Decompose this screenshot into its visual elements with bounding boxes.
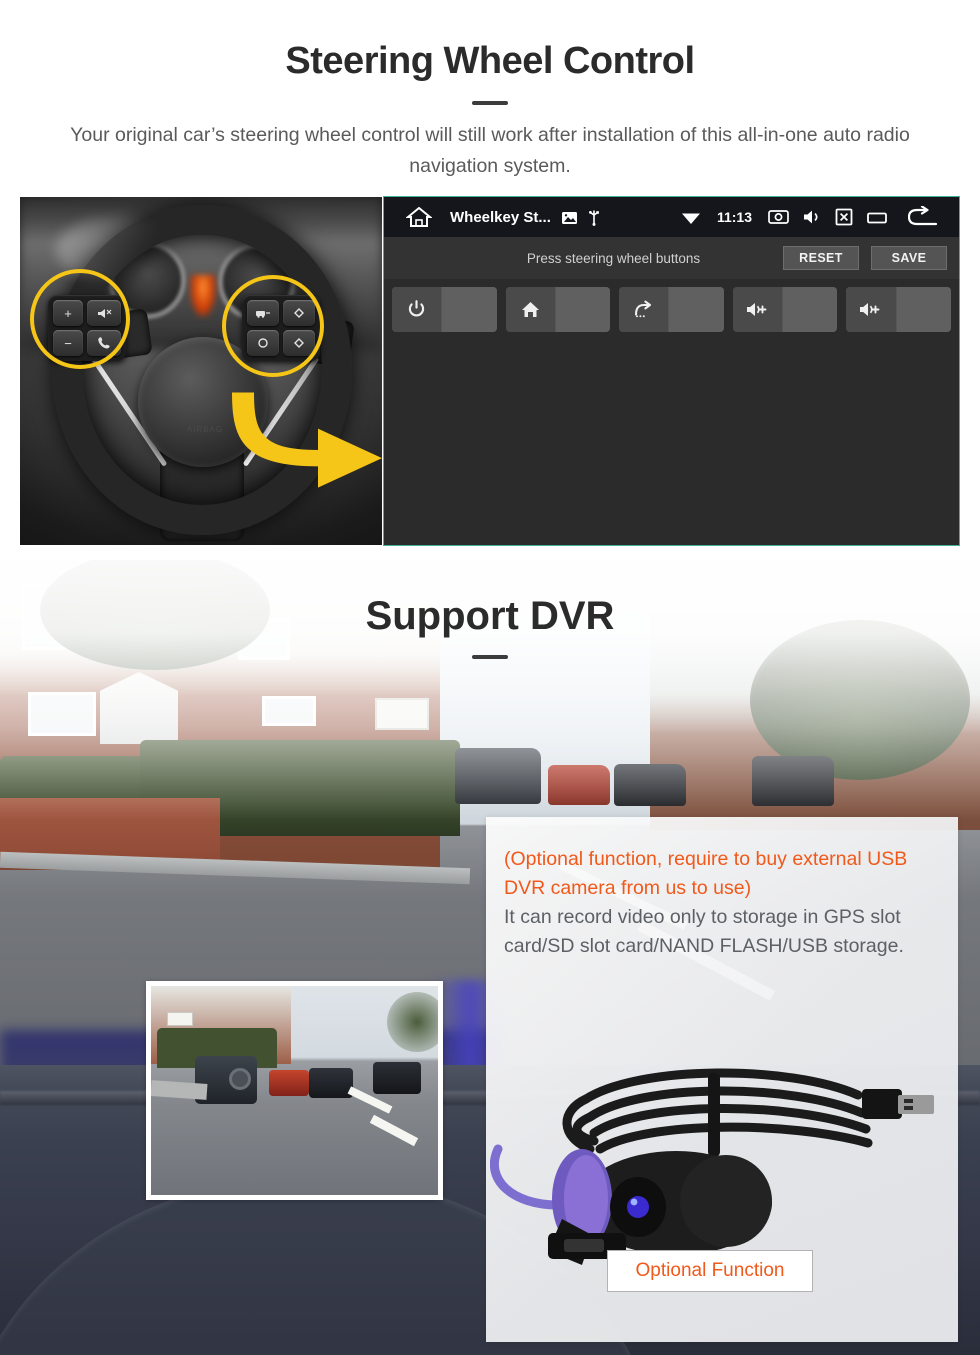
steering-wheel-control-section: Steering Wheel Control Your original car… [0,0,980,560]
product-detail-page: Steering Wheel Control Your original car… [0,0,980,1355]
wheelkey-value [669,286,724,332]
wheelkey-cell-back[interactable] [619,286,724,332]
instruction-text: Press steering wheel buttons [526,250,701,266]
yellow-arrow-icon [232,392,382,488]
android-head-unit-screen[interactable]: Wheelkey St... 11:13 Press steering whee… [383,196,960,546]
tree [387,992,438,1052]
app-title: Wheelkey St... [450,208,551,226]
wheelkey-cell-power[interactable] [392,286,497,332]
vehicle [373,1062,421,1094]
wheelkey-cell-volume-up-2[interactable] [846,286,951,332]
usb-icon [588,209,600,226]
spare-tyre [229,1068,251,1090]
wheelkey-value [896,286,951,332]
image-icon [561,210,578,225]
mute-icon[interactable] [803,209,821,225]
recents-icon[interactable] [867,210,887,224]
optional-function-button[interactable]: Optional Function [607,1250,813,1292]
kerb [151,1080,208,1100]
section-title-divider [472,655,508,659]
dashcam-thumbnail-image [151,986,438,1195]
highlight-circle-right [222,275,324,377]
reset-button[interactable]: RESET [783,246,859,270]
volume-up-icon [732,286,783,332]
volume-up-icon [846,286,897,332]
back-icon [619,286,670,332]
vehicle [269,1070,309,1096]
home-icon [505,286,556,332]
support-dvr-section: Support DVR (Optional function, require … [0,560,980,1355]
highlight-circle-left [30,269,130,369]
dvr-info-panel: (Optional function, require to buy exter… [486,817,958,1342]
wifi-icon [681,210,701,225]
steering-wheel-photo: AIRBAG + − [20,197,382,545]
close-box-icon[interactable] [835,208,853,226]
wheelkey-mapping-row [384,283,959,335]
wheelkey-value [442,286,497,332]
screenshot-icon[interactable] [768,209,789,225]
usb-dvr-camera-image [490,1068,934,1265]
dvr-note-warning: (Optional function, require to buy exter… [504,848,908,899]
wheelkey-value [782,286,838,332]
dvr-note-body: It can record video only to storage in G… [504,906,904,957]
wheelkey-value [555,286,611,332]
power-icon [392,286,443,332]
section-title: Support DVR [365,594,615,638]
status-bar: Wheelkey St... 11:13 [384,197,959,237]
statusbar-clock: 11:13 [716,209,752,225]
sign [167,1012,193,1026]
wheelkey-cell-home[interactable] [505,286,611,332]
page-subtitle: Your original car’s steering wheel contr… [70,124,910,177]
save-button[interactable]: SAVE [871,246,947,270]
title-divider [472,101,508,105]
action-bar: Press steering wheel buttons RESET SAVE [384,237,959,279]
lane-marking [369,1114,419,1147]
wheelkey-cell-volume-up-1[interactable] [732,286,838,332]
home-outline-icon[interactable] [406,206,432,228]
vehicle [309,1068,353,1098]
back-arrow-icon[interactable] [908,206,938,228]
page-title: Steering Wheel Control [285,40,695,82]
dashcam-thumbnail [146,981,443,1200]
dvr-note: (Optional function, require to buy exter… [504,845,944,961]
